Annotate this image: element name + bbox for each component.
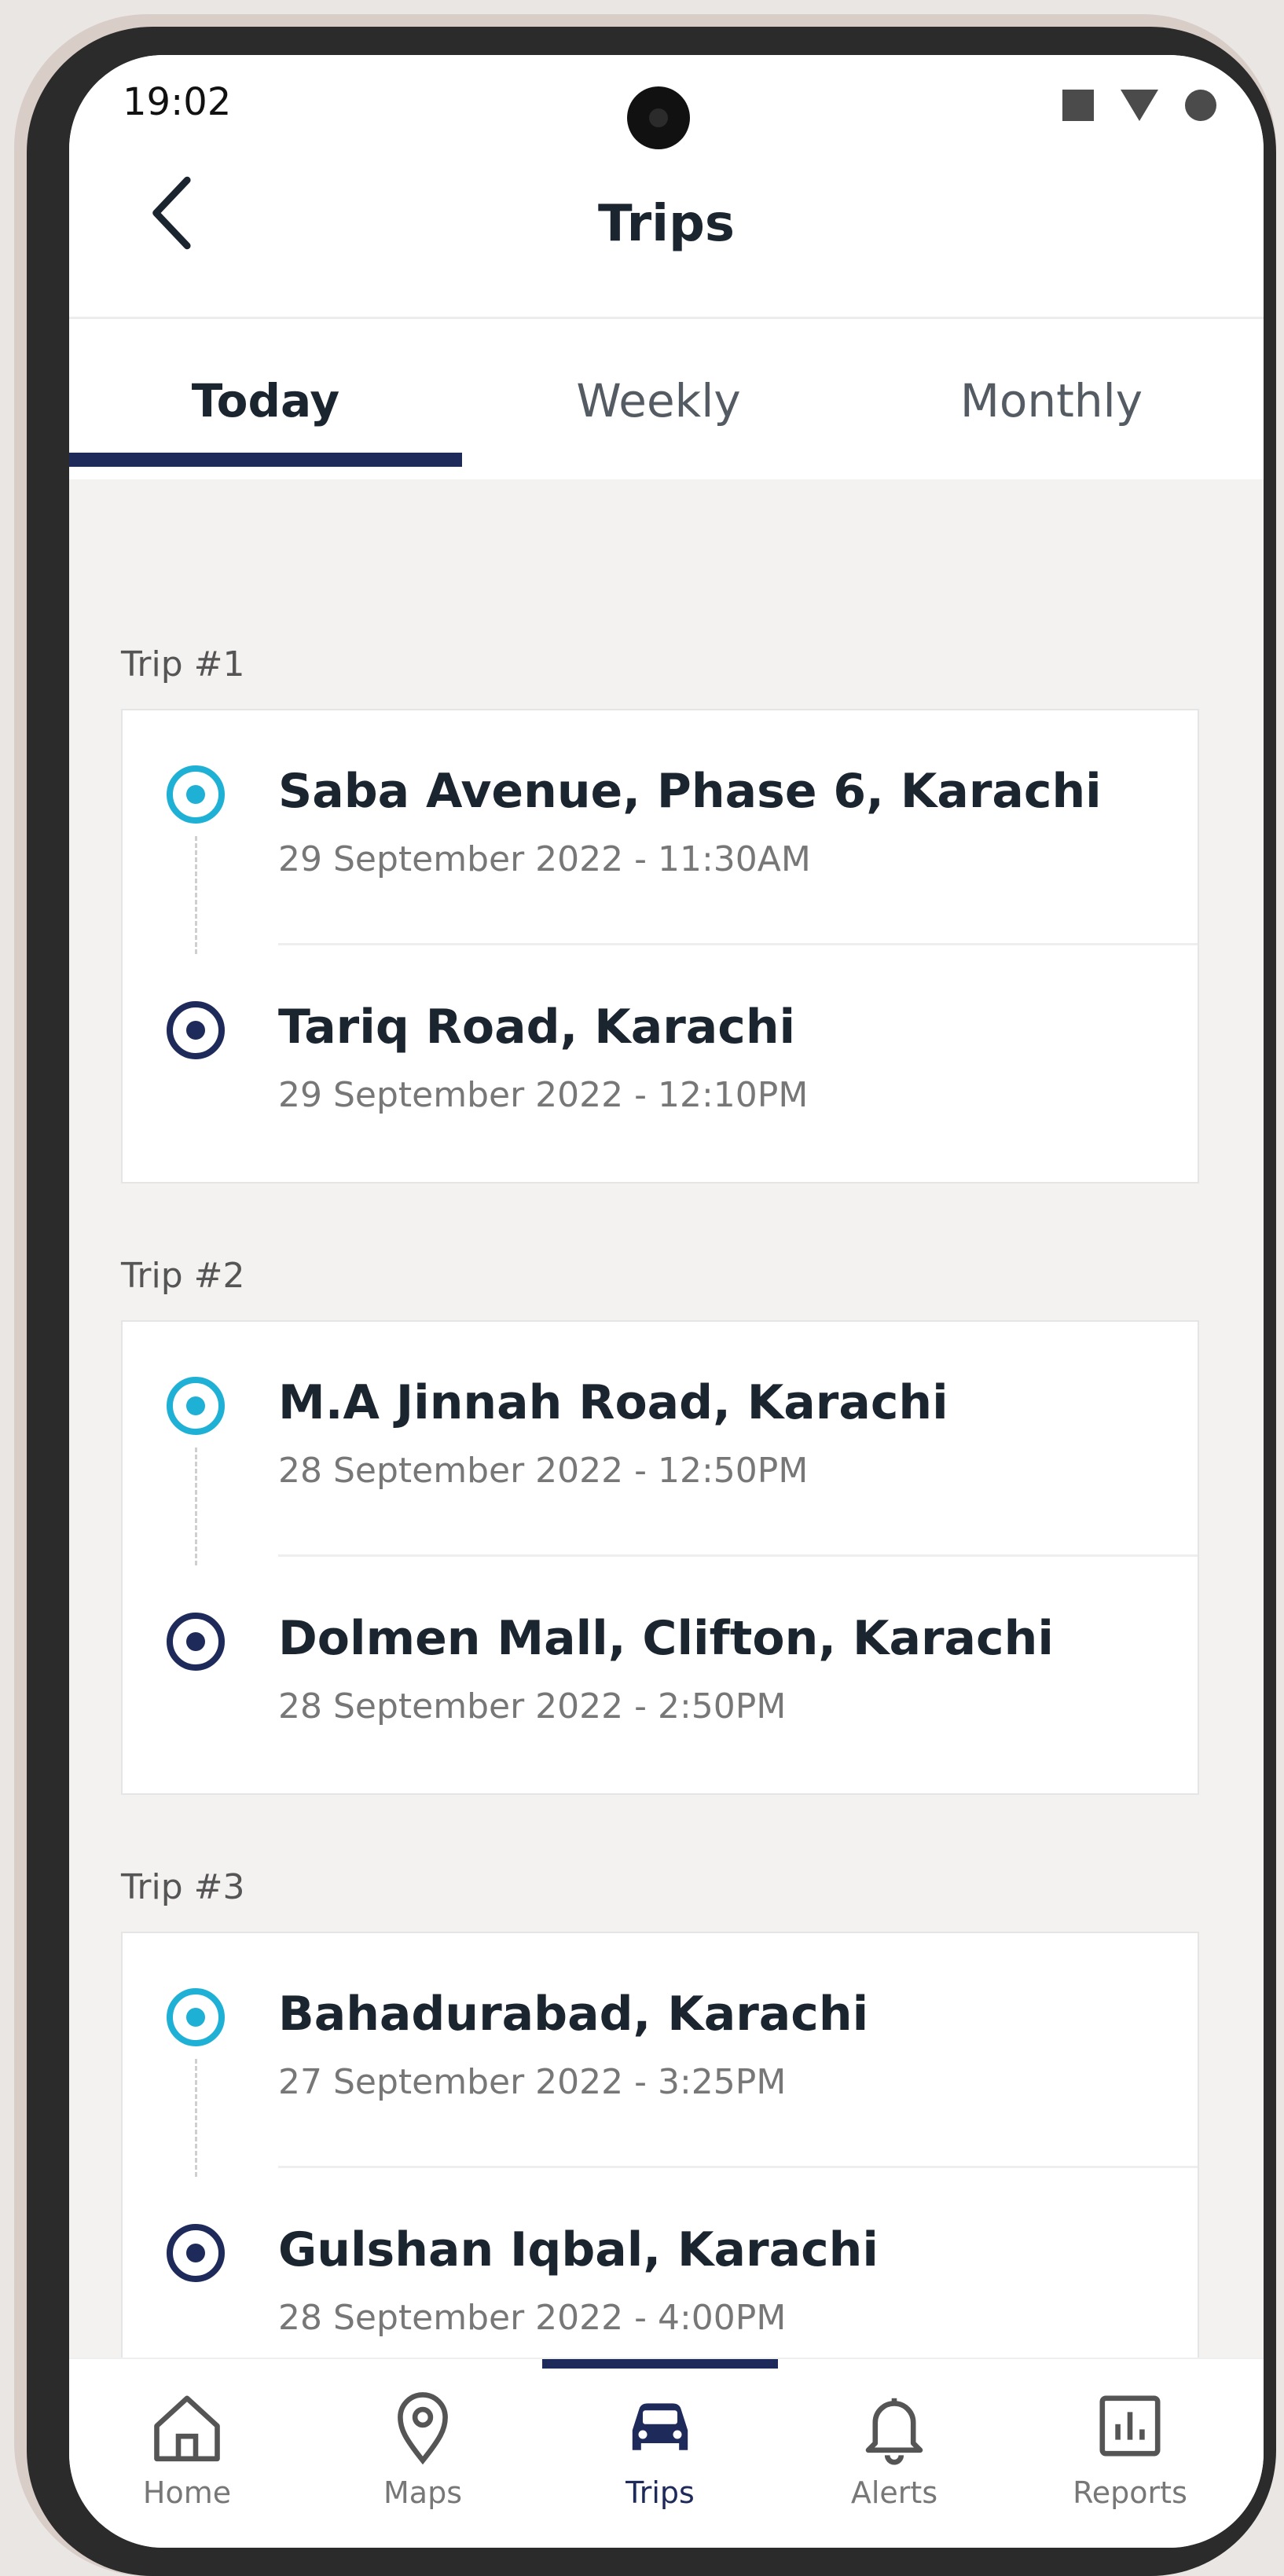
start-time: 28 September 2022 - 12:50PM bbox=[278, 1451, 809, 1491]
stop-divider bbox=[278, 943, 1198, 945]
start-place: Saba Avenue, Phase 6, Karachi bbox=[278, 764, 1102, 819]
nav-label: Trips bbox=[625, 2475, 695, 2510]
trip-card[interactable]: Saba Avenue, Phase 6, Karachi 29 Septemb… bbox=[121, 709, 1199, 1183]
front-camera bbox=[627, 86, 690, 149]
home-icon bbox=[154, 2395, 220, 2462]
route-line bbox=[195, 2059, 197, 2177]
page-title: Trips bbox=[597, 195, 736, 253]
map-pin-icon bbox=[398, 2392, 448, 2465]
nav-trips[interactable]: Trips bbox=[542, 2383, 778, 2510]
start-time: 27 September 2022 - 3:25PM bbox=[278, 2062, 787, 2102]
stop-icon bbox=[1062, 90, 1094, 121]
bar-chart-icon bbox=[1099, 2395, 1161, 2457]
start-place: Bahadurabad, Karachi bbox=[278, 1987, 869, 2042]
nav-home[interactable]: Home bbox=[69, 2383, 305, 2510]
stop-divider bbox=[278, 2166, 1198, 2168]
trip-label: Trip #3 bbox=[121, 1867, 245, 1907]
start-location-icon bbox=[167, 1988, 225, 2046]
tab-bar: Today Weekly Monthly bbox=[69, 319, 1264, 468]
end-location-icon bbox=[167, 1613, 225, 1671]
route-line bbox=[195, 836, 197, 954]
nav-maps[interactable]: Maps bbox=[305, 2383, 541, 2510]
end-time: 28 September 2022 - 2:50PM bbox=[278, 1686, 787, 1727]
nav-reports[interactable]: Reports bbox=[1012, 2383, 1248, 2510]
trip-label: Trip #2 bbox=[121, 1256, 245, 1296]
nav-label: Home bbox=[142, 2475, 232, 2510]
trip-card[interactable]: M.A Jinnah Road, Karachi 28 September 20… bbox=[121, 1320, 1199, 1795]
trip-label: Trip #1 bbox=[121, 644, 245, 684]
nav-label: Maps bbox=[383, 2475, 462, 2510]
trips-list: Trip #1 Saba Avenue, Phase 6, Karachi 29… bbox=[69, 479, 1264, 2438]
status-time: 19:02 bbox=[123, 80, 232, 124]
route-line bbox=[195, 1448, 197, 1565]
trip-start: Bahadurabad, Karachi 27 September 2022 -… bbox=[123, 1933, 1198, 2177]
trip-end: Dolmen Mall, Clifton, Karachi 28 Septemb… bbox=[123, 1558, 1198, 1793]
nav-label: Alerts bbox=[850, 2475, 938, 2510]
trip-start: M.A Jinnah Road, Karachi 28 September 20… bbox=[123, 1322, 1198, 1565]
nav-label: Reports bbox=[1073, 2475, 1187, 2510]
battery-icon bbox=[1185, 90, 1216, 121]
trip-end: Tariq Road, Karachi 29 September 2022 - … bbox=[123, 946, 1198, 1182]
bell-icon bbox=[865, 2398, 923, 2465]
start-location-icon bbox=[167, 1377, 225, 1435]
bottom-navigation: Home Maps Trips Alerts Reports bbox=[69, 2358, 1264, 2548]
active-tab-indicator bbox=[69, 453, 462, 467]
end-time: 28 September 2022 - 4:00PM bbox=[278, 2298, 787, 2338]
end-place: Gulshan Iqbal, Karachi bbox=[278, 2222, 879, 2277]
end-time: 29 September 2022 - 12:10PM bbox=[278, 1075, 809, 1115]
status-icons bbox=[1062, 90, 1216, 121]
tab-today[interactable]: Today bbox=[69, 374, 462, 427]
nav-alerts[interactable]: Alerts bbox=[776, 2383, 1012, 2510]
tab-monthly[interactable]: Monthly bbox=[855, 374, 1248, 427]
start-time: 29 September 2022 - 11:30AM bbox=[278, 839, 811, 879]
start-location-icon bbox=[167, 765, 225, 824]
app-header: Trips bbox=[69, 149, 1264, 279]
start-place: M.A Jinnah Road, Karachi bbox=[278, 1375, 948, 1430]
wifi-icon bbox=[1121, 90, 1158, 121]
end-place: Tariq Road, Karachi bbox=[278, 1000, 796, 1055]
end-location-icon bbox=[167, 2224, 225, 2282]
tab-weekly[interactable]: Weekly bbox=[462, 374, 855, 427]
end-place: Dolmen Mall, Clifton, Karachi bbox=[278, 1611, 1054, 1666]
car-icon bbox=[632, 2403, 688, 2450]
phone-screen: 19:02 Trips Today Weekly Monthly Trip #1 bbox=[69, 55, 1264, 2548]
trip-start: Saba Avenue, Phase 6, Karachi 29 Septemb… bbox=[123, 710, 1198, 954]
active-nav-indicator bbox=[542, 2359, 778, 2369]
end-location-icon bbox=[167, 1001, 225, 1059]
stop-divider bbox=[278, 1554, 1198, 1557]
